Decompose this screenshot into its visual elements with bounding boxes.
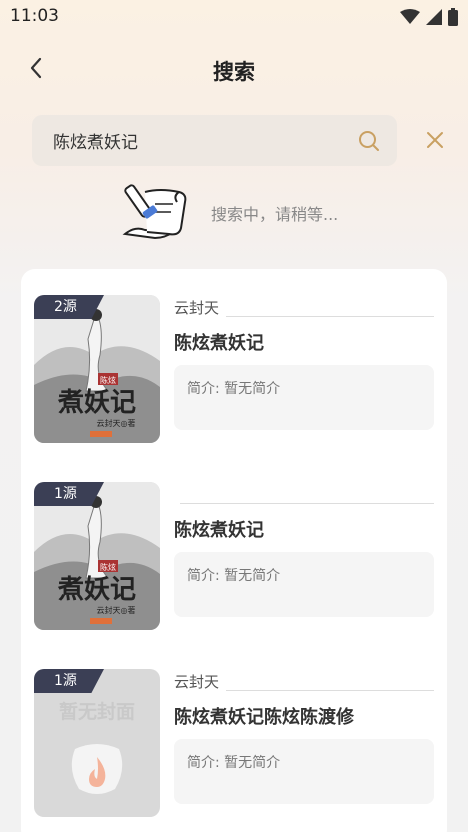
cover-author-text: 云封天◎著 [97, 605, 136, 615]
scroll-writing-icon [122, 184, 187, 240]
book-intro: 简介: 暂无简介 [174, 365, 434, 430]
cover-main-text: 煮妖记 [57, 388, 136, 418]
page-title: 搜索 [213, 60, 255, 84]
search-input[interactable] [53, 115, 353, 166]
author-row [174, 484, 434, 504]
cover-author-text: 云封天◎著 [97, 418, 136, 428]
source-count-badge: 1源 [34, 669, 104, 693]
author-row: 云封天 [174, 297, 434, 318]
results-list: 陈炫 煮妖记 云封天◎著 2源 云封天 陈炫煮妖记 简介: 暂无简介 陈炫 煮妖… [21, 269, 447, 832]
flame-placeholder-icon [71, 744, 123, 794]
book-title: 陈炫煮妖记陈炫陈渡修 [174, 707, 354, 728]
no-cover-label: 暂无封面 [58, 701, 135, 723]
wifi-icon [400, 9, 420, 24]
close-icon[interactable] [423, 128, 447, 152]
book-intro: 简介: 暂无简介 [174, 552, 434, 617]
list-item[interactable]: 陈炫 煮妖记 云封天◎著 1源 陈炫煮妖记 简介: 暂无简介 [34, 482, 434, 632]
book-author: 云封天 [174, 671, 226, 692]
book-title: 陈炫煮妖记 [174, 333, 264, 354]
search-icon[interactable] [357, 129, 381, 153]
cover-tag-text: 陈炫 [100, 375, 116, 385]
divider [180, 503, 434, 504]
status-icons [400, 8, 458, 26]
status-time: 11:03 [10, 6, 59, 26]
book-author: 云封天 [174, 297, 226, 318]
book-title: 陈炫煮妖记 [174, 520, 264, 541]
list-item[interactable]: 陈炫 煮妖记 云封天◎著 2源 云封天 陈炫煮妖记 简介: 暂无简介 [34, 295, 434, 445]
book-intro: 简介: 暂无简介 [174, 739, 434, 804]
header: 搜索 [0, 44, 468, 92]
divider [226, 690, 434, 691]
book-cover: 陈炫 煮妖记 云封天◎著 1源 [34, 482, 160, 630]
divider [226, 316, 434, 317]
battery-icon [448, 8, 458, 26]
loading-text: 搜索中，请稍等... [211, 205, 339, 224]
book-cover: 陈炫 煮妖记 云封天◎著 2源 [34, 295, 160, 443]
status-bar: 11:03 [0, 0, 468, 34]
cover-tag-text: 陈炫 [100, 562, 116, 572]
cover-main-text: 煮妖记 [57, 575, 136, 605]
author-row: 云封天 [174, 671, 434, 692]
signal-icon [426, 9, 442, 25]
loading-indicator: 搜索中，请稍等... [115, 182, 338, 244]
search-box [32, 115, 397, 166]
book-cover: 暂无封面 1源 [34, 669, 160, 817]
list-item[interactable]: 暂无封面 1源 云封天 陈炫煮妖记陈炫陈渡修 简介: 暂无简介 [34, 669, 434, 819]
